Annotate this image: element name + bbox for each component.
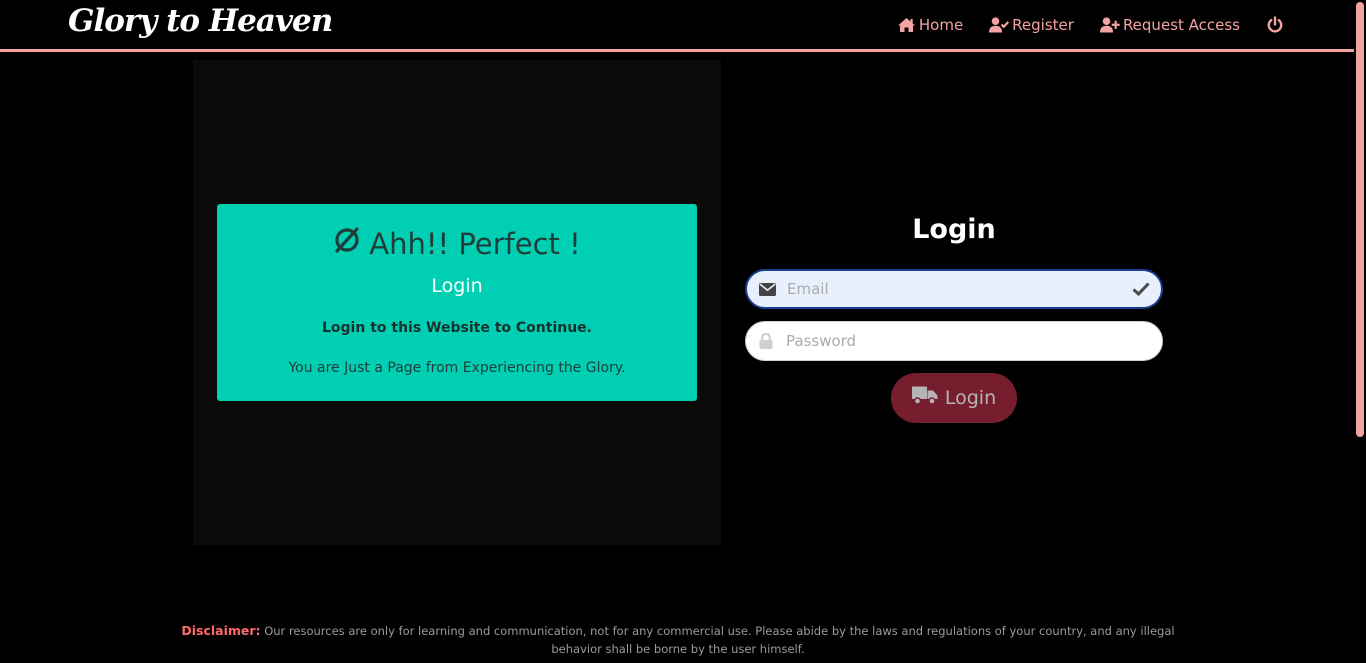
disclaimer-label: Disclaimer: (181, 623, 261, 638)
promo-title-text: Ahh!! Perfect ! (369, 226, 581, 261)
nav-link-label: Register (1012, 16, 1074, 34)
home-icon (897, 17, 916, 33)
user-check-icon (989, 17, 1010, 33)
page-scrollbar[interactable] (1354, 0, 1366, 663)
promo-title: Ahh!! Perfect ! (217, 226, 697, 261)
truck-icon (911, 386, 938, 410)
promo-strong-text: Login to this Website to Continue. (322, 320, 592, 336)
top-navbar: Glory to Heaven Home Register Request Ac… (0, 0, 1354, 52)
password-field[interactable] (786, 322, 1162, 360)
login-button[interactable]: Login (891, 373, 1017, 423)
disclaimer-text: Our resources are only for learning and … (264, 624, 1175, 656)
disclaimer: Disclaimer: Our resources are only for l… (175, 622, 1181, 658)
promo-panel: Ahh!! Perfect ! Login Login to this Webs… (193, 60, 721, 545)
nav-links: Home Register Request Access (897, 16, 1284, 34)
promo-card: Ahh!! Perfect ! Login Login to this Webs… (217, 204, 697, 401)
nav-link-label: Home (918, 16, 964, 34)
logout-button[interactable] (1266, 16, 1284, 34)
brand-logo[interactable]: Glory to Heaven (68, 3, 333, 39)
email-field-wrapper (745, 269, 1163, 309)
promo-text: You are Just a Page from Experiencing th… (288, 360, 626, 376)
login-heading: Login (912, 214, 996, 245)
nav-link-request-access[interactable]: Request Access (1099, 16, 1240, 34)
lock-icon (746, 333, 786, 349)
user-plus-icon (1099, 17, 1120, 33)
nav-link-label: Request Access (1122, 16, 1240, 34)
password-field-wrapper (745, 321, 1163, 361)
nav-link-home[interactable]: Home (897, 16, 963, 34)
promo-subtitle: Login (431, 275, 483, 297)
login-button-label: Login (944, 387, 997, 409)
nav-link-register[interactable]: Register (989, 16, 1074, 34)
check-icon (1121, 282, 1161, 296)
refresh-circle-icon (333, 226, 361, 261)
email-field[interactable] (787, 271, 1121, 307)
power-icon (1266, 16, 1284, 34)
envelope-icon (747, 282, 787, 296)
scrollbar-thumb[interactable] (1356, 2, 1364, 437)
